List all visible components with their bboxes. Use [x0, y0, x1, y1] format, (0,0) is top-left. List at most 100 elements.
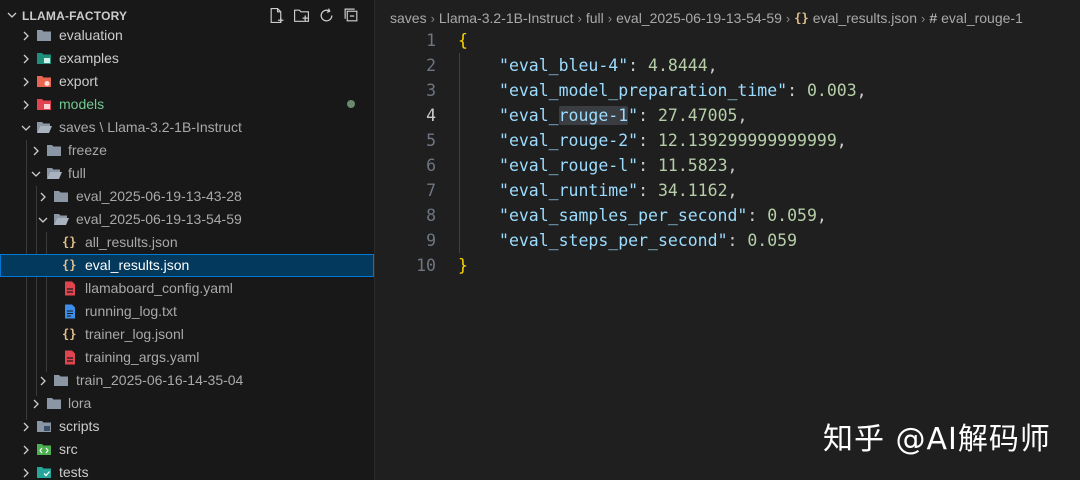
tree-item-file[interactable]: llamaboard_config.yaml	[0, 277, 374, 300]
tree-item-label: src	[59, 441, 78, 457]
tree-item-tests[interactable]: tests	[0, 461, 374, 480]
json-entry: "eval_rouge-1": 27.47005,	[499, 106, 748, 125]
breadcrumb-item[interactable]: full	[586, 10, 604, 26]
symbol-key-icon: #	[929, 10, 938, 26]
chevron-right-icon: ›	[607, 10, 613, 26]
text-file-icon	[65, 304, 75, 319]
tree-item-src[interactable]: src	[0, 438, 374, 461]
tree-item-export[interactable]: export	[0, 70, 374, 93]
tree-item-label: full	[68, 165, 86, 181]
new-folder-icon[interactable]	[293, 7, 310, 24]
chevron-right-icon	[23, 100, 29, 110]
chevron-down-icon	[38, 217, 48, 223]
refresh-icon[interactable]	[318, 7, 335, 24]
tree-item-label: export	[59, 73, 98, 89]
folder-scripts-icon	[37, 421, 51, 432]
line-number: 7	[426, 181, 436, 200]
tree-item-eval-folder[interactable]: eval_2025-06-19-13-54-59	[0, 208, 374, 231]
code-line[interactable]: 9 "eval_steps_per_second": 0.059	[375, 228, 1080, 253]
chevron-right-icon	[40, 192, 46, 202]
folder-models-icon	[37, 99, 51, 110]
json-entry: "eval_runtime": 34.1162,	[499, 181, 738, 200]
json-entry: "eval_rouge-2": 12.139299999999999,	[499, 131, 847, 150]
breadcrumb-item[interactable]: eval_results.json	[813, 10, 917, 26]
code-line[interactable]: 10 }	[375, 253, 1080, 278]
tree-item-label: eval_2025-06-19-13-43-28	[76, 188, 242, 204]
folder-src-icon	[37, 444, 51, 455]
tree-item-file[interactable]: {} trainer_log.jsonl	[0, 323, 374, 346]
json-entry: "eval_rouge-l": 11.5823,	[499, 156, 738, 175]
code-line[interactable]: 6 "eval_rouge-l": 11.5823,	[375, 153, 1080, 178]
folder-open-icon	[54, 214, 69, 225]
tree-item-evaluation[interactable]: evaluation	[0, 24, 374, 47]
chevron-down-icon[interactable]	[6, 9, 18, 21]
breadcrumb: saves › Llama-3.2-1B-Instruct › full › e…	[390, 8, 1023, 28]
breadcrumb-item[interactable]: Llama-3.2-1B-Instruct	[439, 10, 574, 26]
folder-icon	[54, 191, 68, 202]
new-file-icon[interactable]	[268, 7, 285, 24]
json-file-icon: {}	[62, 327, 77, 341]
tree-item-models[interactable]: models	[0, 93, 374, 116]
tree-item-saves[interactable]: saves \ Llama-3.2-1B-Instruct	[0, 116, 374, 139]
tree-item-freeze[interactable]: freeze	[0, 139, 374, 162]
watermark: 知乎 @AI解码师	[823, 422, 1051, 457]
breadcrumb-item[interactable]: eval_2025-06-19-13-54-59	[616, 10, 782, 26]
folder-tests-icon	[37, 467, 51, 478]
tree-item-label: models	[59, 96, 105, 112]
code-line-active[interactable]: 4 "eval_rouge-1": 27.47005,	[375, 103, 1080, 128]
code-line[interactable]: 8 "eval_samples_per_second": 0.059,	[375, 203, 1080, 228]
code-line[interactable]: 3 "eval_model_preparation_time": 0.003,	[375, 78, 1080, 103]
tree-item-label: eval_results.json	[85, 257, 190, 273]
tree-item-file[interactable]: {} all_results.json	[0, 231, 374, 254]
tree-item-examples[interactable]: examples	[0, 47, 374, 70]
chevron-right-icon	[33, 399, 39, 409]
chevron-right-icon: ›	[430, 10, 435, 26]
chevron-down-icon	[31, 171, 41, 177]
folder-export-icon	[37, 76, 51, 87]
code-line[interactable]: 7 "eval_runtime": 34.1162,	[375, 178, 1080, 203]
modified-indicator	[347, 100, 355, 108]
code-line[interactable]: 2 "eval_bleu-4": 4.8444,	[375, 53, 1080, 78]
tree-item-label: training_args.yaml	[85, 349, 200, 365]
json-entry: "eval_model_preparation_time": 0.003,	[499, 81, 867, 100]
word-highlight: rouge-1	[558, 106, 629, 125]
line-number: 3	[426, 81, 436, 100]
chevron-right-icon	[23, 468, 29, 478]
breadcrumb-item[interactable]: saves	[390, 10, 427, 26]
tree-item-train-folder[interactable]: train_2025-06-16-14-35-04	[0, 369, 374, 392]
code-editor[interactable]: saves › Llama-3.2-1B-Instruct › full › e…	[375, 0, 1080, 480]
tree-item-label: running_log.txt	[85, 303, 177, 319]
chevron-right-icon: ›	[785, 10, 791, 26]
tree-item-label: examples	[59, 50, 119, 66]
tree-item-file[interactable]: training_args.yaml	[0, 346, 374, 369]
json-file-icon: {}	[62, 235, 77, 249]
line-number: 6	[426, 156, 436, 175]
chevron-down-icon	[21, 125, 31, 131]
code-line[interactable]: 1 {	[375, 28, 1080, 53]
line-number: 8	[426, 206, 436, 225]
tree-item-lora[interactable]: lora	[0, 392, 374, 415]
folder-icon	[47, 398, 61, 409]
tree-item-scripts[interactable]: scripts	[0, 415, 374, 438]
tree-item-file[interactable]: running_log.txt	[0, 300, 374, 323]
tree-item-label: train_2025-06-16-14-35-04	[76, 372, 244, 388]
tree-item-eval-folder[interactable]: eval_2025-06-19-13-43-28	[0, 185, 374, 208]
json-entry: "eval_samples_per_second": 0.059,	[499, 206, 827, 225]
close-brace: }	[458, 256, 468, 275]
yaml-file-icon	[65, 350, 75, 365]
chevron-right-icon	[23, 31, 29, 41]
yaml-file-icon	[65, 281, 75, 296]
line-number: 10	[416, 256, 436, 275]
folder-icon	[47, 145, 61, 156]
tree-item-full[interactable]: full	[0, 162, 374, 185]
chevron-right-icon: ›	[921, 10, 926, 26]
json-entry: "eval_steps_per_second": 0.059	[499, 231, 798, 250]
breadcrumb-item[interactable]: eval_rouge-1	[941, 10, 1023, 26]
line-number: 1	[426, 31, 436, 50]
collapse-all-icon[interactable]	[343, 7, 360, 24]
tree-item-file-selected[interactable]: {} eval_results.json	[0, 254, 374, 277]
json-file-icon: {}	[794, 11, 809, 25]
code-line[interactable]: 5 "eval_rouge-2": 12.139299999999999,	[375, 128, 1080, 153]
tree-item-label: all_results.json	[85, 234, 178, 250]
chevron-right-icon	[23, 445, 29, 455]
